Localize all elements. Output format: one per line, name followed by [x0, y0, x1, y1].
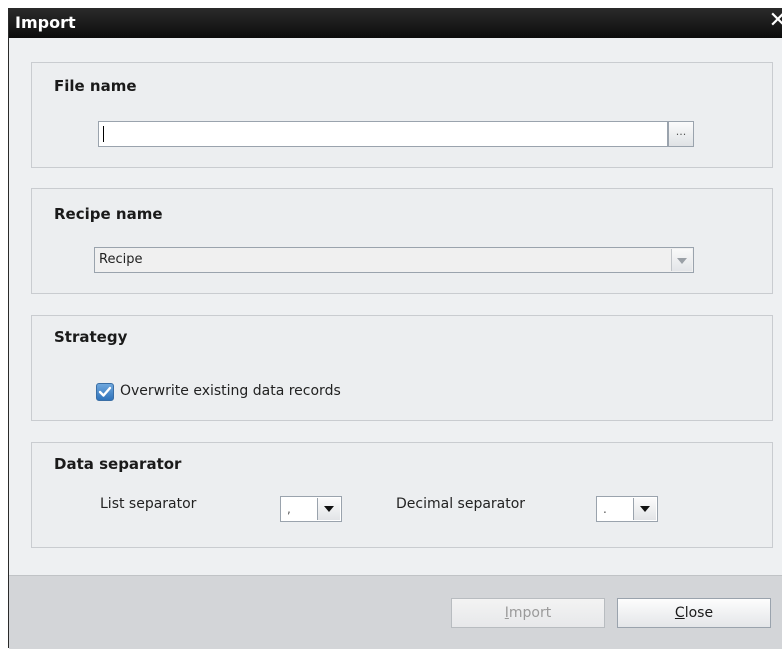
import-label: mport [508, 605, 552, 621]
title-bar: Import ✕ [9, 8, 782, 38]
chevron-down-icon [677, 258, 687, 264]
close-icon[interactable]: ✕ [769, 9, 782, 33]
recipe-name-group: Recipe name Recipe [31, 188, 773, 294]
recipe-name-value: Recipe [99, 252, 143, 267]
list-separator-dropdown-button[interactable] [317, 498, 340, 520]
overwrite-label: Overwrite existing data records [120, 383, 341, 399]
decimal-separator-label: Decimal separator [396, 496, 526, 512]
file-name-group: File name ... [31, 62, 773, 168]
text-caret [103, 126, 104, 142]
chevron-down-icon [324, 506, 334, 512]
close-label: lose [684, 605, 714, 621]
import-dialog: Import ✕ File name ... Recipe name Recip… [8, 8, 782, 649]
data-separator-title: Data separator [54, 455, 182, 473]
browse-label: ... [675, 125, 687, 138]
list-separator-select[interactable]: , [280, 496, 342, 522]
recipe-dropdown-button[interactable] [671, 249, 692, 271]
dialog-title: Import [15, 13, 76, 32]
checkmark-icon [98, 386, 112, 397]
chevron-down-icon [640, 506, 650, 512]
close-mnemonic: C [674, 605, 685, 621]
strategy-title: Strategy [54, 328, 128, 346]
overwrite-checkbox[interactable] [96, 383, 114, 401]
file-name-title: File name [54, 77, 137, 95]
data-separator-group: Data separator List separator , Decimal … [31, 442, 773, 548]
browse-button[interactable]: ... [668, 121, 694, 147]
import-button[interactable]: Import [451, 598, 605, 628]
strategy-group: Strategy Overwrite existing data records [31, 315, 773, 421]
close-button[interactable]: Close [617, 598, 771, 628]
recipe-name-title: Recipe name [54, 205, 163, 223]
decimal-separator-dropdown-button[interactable] [633, 498, 656, 520]
decimal-separator-value: . [603, 502, 607, 516]
recipe-name-select[interactable]: Recipe [94, 247, 694, 273]
dialog-footer: Import Close [9, 575, 782, 649]
decimal-separator-select[interactable]: . [596, 496, 658, 522]
list-separator-value: , [287, 502, 291, 516]
list-separator-label: List separator [100, 496, 197, 512]
file-name-input[interactable] [98, 121, 668, 147]
